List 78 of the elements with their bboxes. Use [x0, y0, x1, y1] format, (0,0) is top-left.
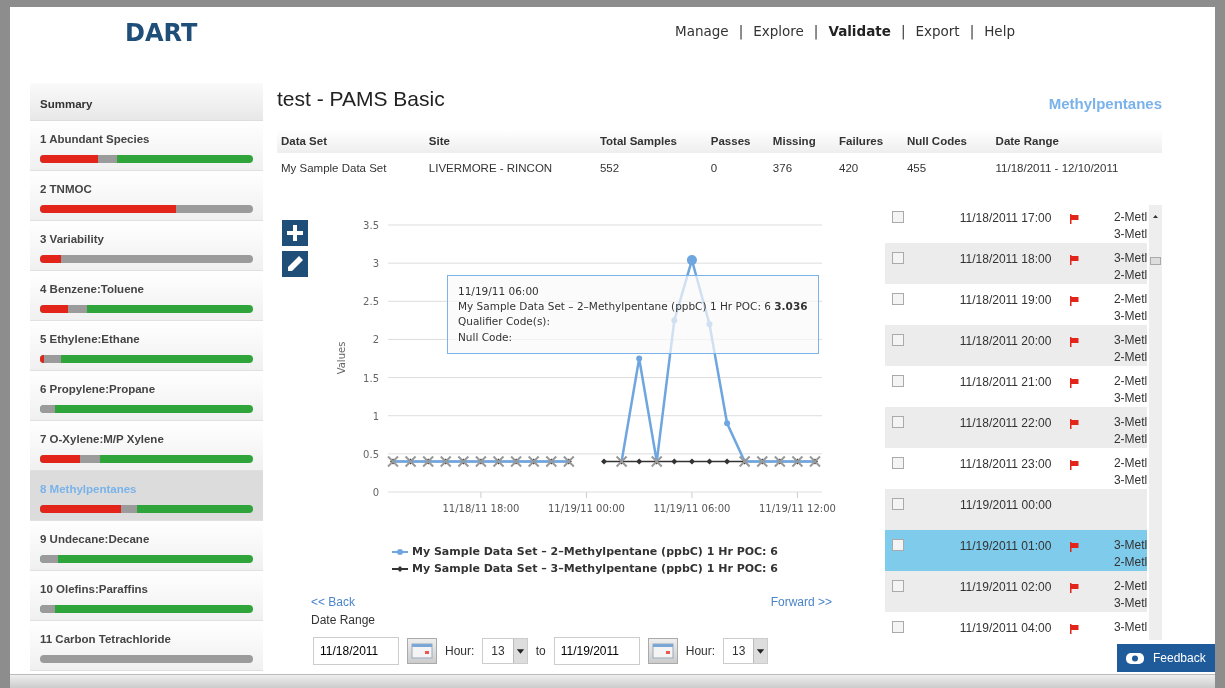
date-range-label: Date Range — [310, 612, 377, 629]
sidebar-item-label: 8 Methylpentanes — [40, 482, 138, 497]
table-cell: 420 — [835, 152, 903, 184]
table-cell: 376 — [768, 152, 836, 184]
sidebar-item-label: 7 O-Xylene:M/P Xylene — [40, 432, 165, 447]
sidebar-item-label: 9 Undecane:Decane — [40, 532, 151, 547]
species-name: 3-Metl — [1113, 414, 1147, 431]
species-name: 2-Metl — [1113, 554, 1147, 572]
sample-time: 11/18/2011 22:00 — [959, 415, 1053, 432]
table-cell: LIVERMORE - RINCON — [424, 152, 596, 184]
table-cell: 11/18/2011 - 12/10/2011 — [991, 152, 1162, 184]
sample-time: 11/18/2011 23:00 — [959, 456, 1053, 473]
tooltip-line: Null Code: — [458, 329, 514, 345]
sidebar-item-label: 6 Propylene:Propane — [40, 382, 157, 397]
species-name: 3-Metl — [1113, 332, 1147, 349]
x-tick-label: 11/19/11 06:00 — [653, 503, 731, 514]
species-name: 3-Metl — [1113, 595, 1147, 613]
sidebar-item-label: 4 Benzene:Toluene — [40, 282, 145, 297]
y-tick-label: 2 — [372, 334, 379, 346]
sidebar-item-label: 11 Carbon Tetrachloride — [40, 632, 172, 647]
sample-time: 11/19/2011 02:00 — [959, 579, 1053, 596]
y-tick-label: 0 — [372, 487, 379, 498]
sidebar-item-label: 10 Olefins:Paraffins — [40, 582, 149, 597]
table-cell: 0 — [706, 152, 769, 184]
species-name: 3-Metl — [1113, 619, 1147, 636]
sidebar-item-label: 1 Abundant Species — [40, 132, 151, 147]
x-tick-label: 11/18/11 18:00 — [442, 503, 520, 514]
tooltip-line: My Sample Data Set – 2–Methylpentane (ppbC) 1 Hr POC: 6 3.036 — [458, 299, 808, 315]
y-tick-label: 1.5 — [363, 372, 379, 384]
species-name: 2-Metl — [1113, 455, 1147, 472]
y-tick-label: 3.5 — [363, 220, 379, 231]
species-name: 2-Metl — [1113, 373, 1147, 390]
sample-time: 11/18/2011 18:00 — [959, 251, 1053, 268]
sample-time: 11/18/2011 20:00 — [959, 333, 1053, 350]
species-title: Methylpentanes — [1048, 94, 1162, 114]
nav-separator: | — [813, 22, 819, 42]
species-name: 2-Metl — [1113, 578, 1147, 595]
table-cell: 455 — [902, 152, 992, 184]
species-name: 2-Metl — [1113, 349, 1147, 367]
species-name: 3-Metl — [1113, 250, 1147, 267]
species-name: 3-Metl — [1113, 226, 1147, 244]
sample-time: 11/19/2011 01:00 — [959, 538, 1053, 555]
y-tick-label: 1 — [372, 410, 379, 422]
species-name: 2-Metl — [1113, 267, 1147, 285]
to-label: to — [535, 643, 546, 660]
page-title: test - PAMS Basic — [277, 88, 445, 109]
sidebar-item-label: 2 TNMOC — [40, 182, 93, 197]
sidebar-item-label: 3 Variability — [40, 232, 105, 247]
species-name: 3-Metl — [1113, 390, 1147, 408]
nav-separator: | — [969, 22, 975, 42]
x-tick-label: 11/19/11 00:00 — [547, 503, 625, 514]
species-name: 3-Metl — [1113, 537, 1147, 554]
species-name: 3-Metl — [1113, 472, 1147, 490]
sample-time: 11/19/2011 04:00 — [959, 620, 1053, 637]
hour-label: Hour: — [445, 643, 475, 660]
table-cell: My Sample Data Set — [277, 152, 425, 184]
legend-label: My Sample Data Set – 3–Methylpentane (ppbC) 1 Hr POC: 6 — [412, 560, 778, 577]
sample-time: 11/18/2011 21:00 — [959, 374, 1053, 391]
x-tick-label: 11/19/11 12:00 — [758, 503, 836, 514]
species-name: 2-Metl — [1113, 209, 1147, 226]
species-name: 2-Metl — [1113, 291, 1147, 308]
y-tick-label: 0.5 — [363, 448, 379, 460]
tooltip-line: Qualifier Code(s): — [458, 314, 551, 330]
sidebar-item-label: 5 Ethylene:Ethane — [40, 332, 141, 347]
species-name: 2-Metl — [1113, 431, 1147, 449]
species-name: 3-Metl — [1113, 308, 1147, 326]
y-tick-label: 3 — [372, 258, 379, 270]
hour-label: Hour: — [685, 643, 716, 660]
tooltip-line: 11/19/11 06:00 — [458, 284, 540, 299]
nav-separator: | — [738, 22, 744, 42]
table-cell: 552 — [595, 152, 707, 184]
sample-time: 11/19/2011 00:00 — [960, 497, 1053, 514]
y-axis-label: Values — [336, 341, 347, 375]
sample-time: 11/18/2011 19:00 — [959, 292, 1053, 309]
legend-label: My Sample Data Set – 2–Methylpentane (ppbC) 1 Hr POC: 6 — [412, 544, 778, 560]
nav-separator: | — [900, 22, 906, 42]
y-tick-label: 2.5 — [363, 296, 379, 308]
sample-time: 11/18/2011 17:00 — [959, 210, 1053, 227]
